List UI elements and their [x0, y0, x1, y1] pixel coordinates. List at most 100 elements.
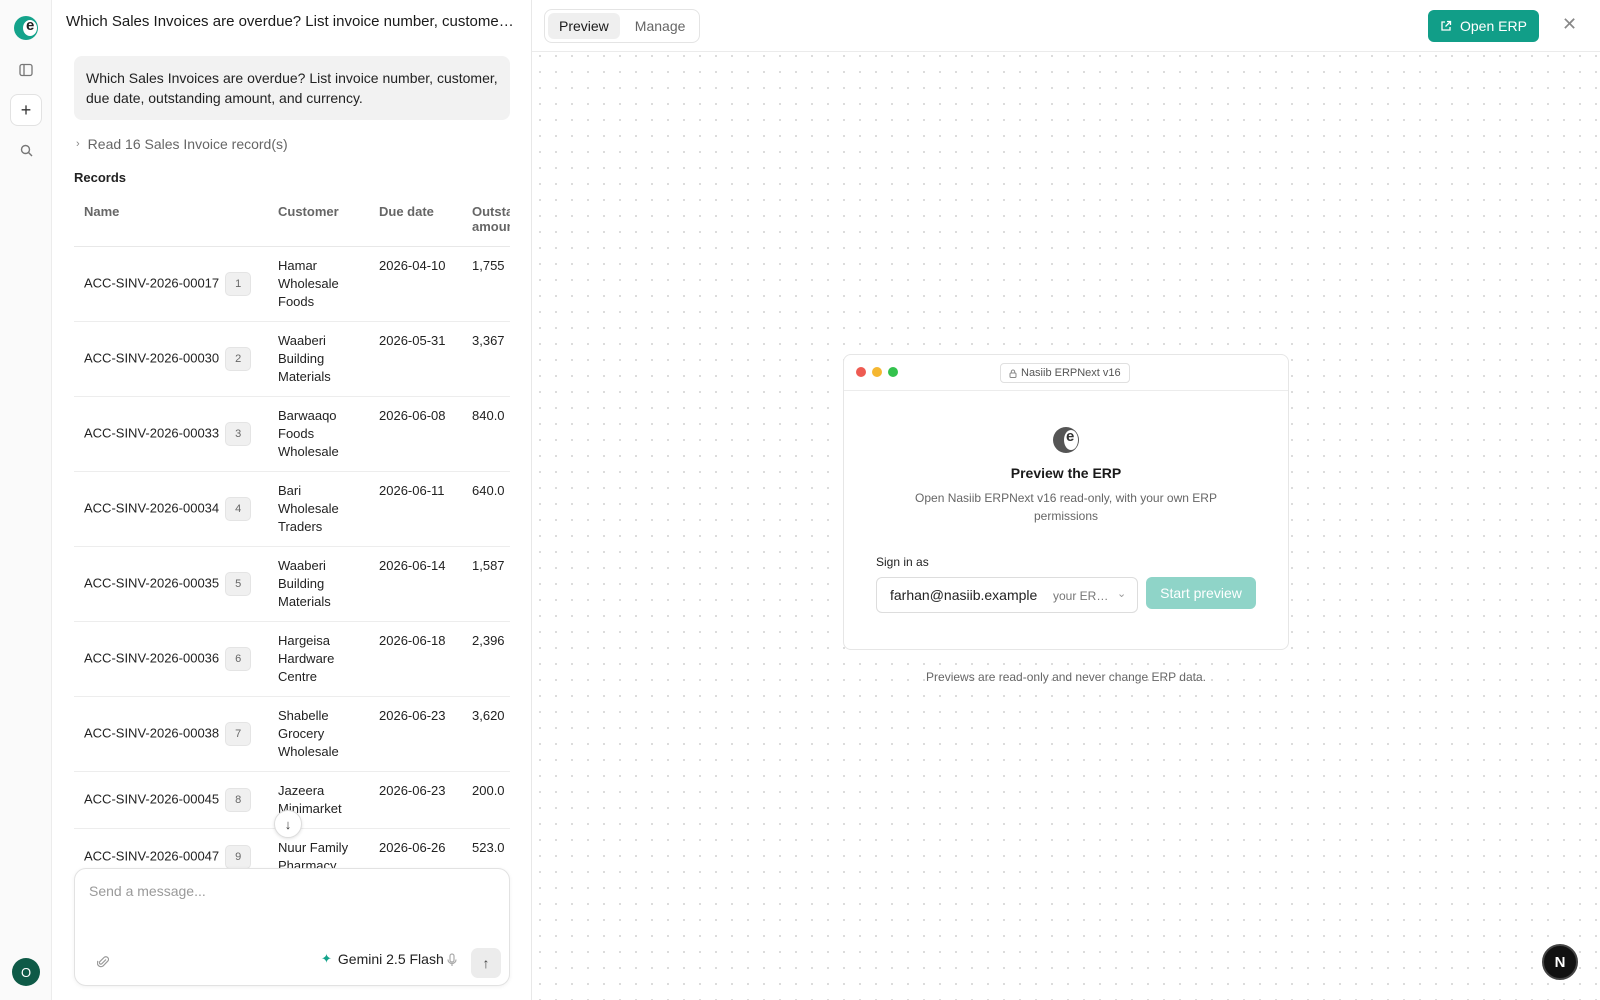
due-date-cell: 2026-06-08 — [369, 396, 462, 472]
citation-badge[interactable]: 5 — [225, 571, 252, 596]
tool-call-label: Read 16 Sales Invoice record(s) — [87, 136, 288, 152]
next-dev-badge[interactable]: N — [1542, 944, 1578, 980]
outstanding-cell: 523.0 — [462, 828, 510, 868]
invoice-name-cell: ACC-SINV-2026-00036 6 — [74, 621, 268, 697]
model-selector[interactable]: ✦ Gemini 2.5 Flash — [321, 951, 444, 967]
citation-badge[interactable]: 7 — [225, 721, 252, 746]
table-row: ACC-SINV-2026-00036 6 Hargeisa Hardware Ce… — [74, 621, 510, 697]
outstanding-cell: 640.0 — [462, 471, 510, 547]
outstanding-cell: 3,367 — [462, 321, 510, 397]
plus-icon: + — [20, 99, 32, 120]
sign-in-label: Sign in as — [876, 555, 929, 569]
chevron-right-icon: › — [76, 138, 80, 150]
invoice-number[interactable]: ACC-SINV-2026-00034 — [84, 500, 219, 515]
invoice-number[interactable]: ACC-SINV-2026-00045 — [84, 791, 219, 806]
window-url-chip: Nasiib ERPNext v16 — [1000, 363, 1130, 383]
invoice-number[interactable]: ACC-SINV-2026-00030 — [84, 350, 219, 365]
sign-in-email: farhan@nasiib.example — [890, 587, 1038, 603]
lock-icon — [1009, 369, 1017, 378]
invoice-number[interactable]: ACC-SINV-2026-00036 — [84, 650, 219, 665]
citation-badge[interactable]: 4 — [225, 496, 252, 521]
records-heading: Records — [74, 170, 127, 185]
view-switcher: Preview Manage — [544, 9, 701, 43]
invoice-name-cell: ACC-SINV-2026-00033 3 — [74, 396, 268, 472]
preview-topbar: Preview Manage Open ERP ✕ — [532, 0, 1600, 52]
due-date-cell: 2026-06-18 — [369, 621, 462, 697]
table-row: ACC-SINV-2026-00038 7 Shabelle Grocery Who… — [74, 696, 510, 772]
message-input[interactable] — [89, 883, 489, 899]
invoice-number[interactable]: ACC-SINV-2026-00047 — [84, 848, 219, 863]
microphone-icon[interactable] — [447, 953, 457, 970]
arrow-up-icon: ↑ — [482, 955, 490, 971]
search-button[interactable] — [10, 134, 42, 166]
window-url-label: Nasiib ERPNext v16 — [1021, 367, 1121, 379]
sign-in-select[interactable]: farhan@nasiib.example your ERP user ⌄ — [876, 577, 1138, 613]
due-date-cell: 2026-06-14 — [369, 546, 462, 622]
invoice-number[interactable]: ACC-SINV-2026-00033 — [84, 425, 219, 440]
column-header-name[interactable]: Name — [74, 196, 268, 247]
column-header-outstanding[interactable]: Outstanding amount — [462, 196, 510, 247]
attach-icon[interactable] — [96, 955, 110, 972]
start-preview-button[interactable]: Start preview — [1146, 577, 1256, 609]
due-date-cell: 2026-06-26 — [369, 828, 462, 868]
arrow-down-icon: ↓ — [284, 816, 292, 832]
scroll-to-bottom-button[interactable]: ↓ — [274, 810, 302, 838]
invoice-name-cell: ACC-SINV-2026-00038 7 — [74, 696, 268, 772]
due-date-cell: 2026-04-10 — [369, 246, 462, 322]
invoice-number[interactable]: ACC-SINV-2026-00035 — [84, 575, 219, 590]
column-header-customer[interactable]: Customer — [268, 196, 369, 247]
new-chat-button[interactable]: + — [10, 94, 42, 126]
window-dot-red — [856, 367, 866, 377]
window-titlebar: Nasiib ERPNext v16 — [844, 355, 1288, 391]
table-row: ACC-SINV-2026-00017 1 Hamar Wholesale Food… — [74, 246, 510, 322]
citation-badge[interactable]: 8 — [225, 787, 252, 812]
due-date-cell: 2026-06-11 — [369, 471, 462, 547]
tool-call-summary[interactable]: › Read 16 Sales Invoice record(s) — [76, 136, 288, 152]
outstanding-cell: 1,587 — [462, 546, 510, 622]
citation-badge[interactable]: 3 — [225, 421, 252, 446]
citation-badge[interactable]: 6 — [225, 646, 252, 671]
preview-heading: Preview the ERP — [1010, 465, 1122, 481]
tab-preview[interactable]: Preview — [548, 13, 620, 39]
invoice-name-cell: ACC-SINV-2026-00045 8 — [74, 771, 268, 829]
due-date-cell: 2026-05-31 — [369, 321, 462, 397]
preview-card: Nasiib ERPNext v16 e Preview the ERP Ope… — [843, 354, 1289, 650]
user-message: Which Sales Invoices are overdue? List i… — [74, 56, 510, 120]
sign-in-role: your ERP user — [1053, 589, 1109, 603]
app-logo[interactable]: e — [14, 16, 38, 40]
open-erp-button[interactable]: Open ERP — [1428, 10, 1539, 42]
citation-badge[interactable]: 9 — [225, 844, 252, 868]
panel-icon — [19, 63, 33, 77]
sidebar-toggle-icon[interactable] — [10, 54, 42, 86]
user-avatar[interactable]: O — [12, 958, 40, 986]
open-erp-label: Open ERP — [1460, 18, 1527, 34]
citation-badge[interactable]: 1 — [225, 271, 252, 296]
table-row: ACC-SINV-2026-00034 4 Bari Wholesale Trade… — [74, 471, 510, 547]
window-dot-green — [888, 367, 898, 377]
chat-title: Which Sales Invoices are overdue? List i… — [66, 13, 516, 30]
customer-cell: Shabelle Grocery Wholesale — [268, 696, 369, 772]
invoice-number[interactable]: ACC-SINV-2026-00017 — [84, 275, 219, 290]
outstanding-cell: 200.0 — [462, 771, 510, 829]
table-row: ACC-SINV-2026-00033 3 Barwaaqo Foods Whole… — [74, 396, 510, 472]
column-header-due-date[interactable]: Due date — [369, 196, 462, 247]
invoice-name-cell: ACC-SINV-2026-00035 5 — [74, 546, 268, 622]
customer-cell: Hargeisa Hardware Centre — [268, 621, 369, 697]
records-table: Name Customer Due date Outstanding amoun… — [74, 196, 510, 868]
preview-description: Open Nasiib ERPNext v16 read-only, with … — [915, 491, 1217, 523]
invoice-number[interactable]: ACC-SINV-2026-00038 — [84, 725, 219, 740]
citation-badge[interactable]: 2 — [225, 346, 252, 371]
customer-cell: Hamar Wholesale Foods — [268, 246, 369, 322]
erp-logo-icon: e — [1053, 427, 1079, 453]
outstanding-cell: 3,620 — [462, 696, 510, 772]
outstanding-cell: 1,755 — [462, 246, 510, 322]
message-composer: ✦ Gemini 2.5 Flash ↑ — [74, 868, 510, 986]
close-icon[interactable]: ✕ — [1562, 14, 1577, 35]
tab-manage[interactable]: Manage — [624, 13, 697, 39]
customer-cell: Bari Wholesale Traders — [268, 471, 369, 547]
sparkle-icon: ✦ — [321, 951, 332, 966]
customer-cell: Barwaaqo Foods Wholesale — [268, 396, 369, 472]
window-dot-yellow — [872, 367, 882, 377]
send-button[interactable]: ↑ — [471, 948, 501, 978]
records-table-scroll[interactable]: Name Customer Due date Outstanding amoun… — [74, 196, 510, 868]
